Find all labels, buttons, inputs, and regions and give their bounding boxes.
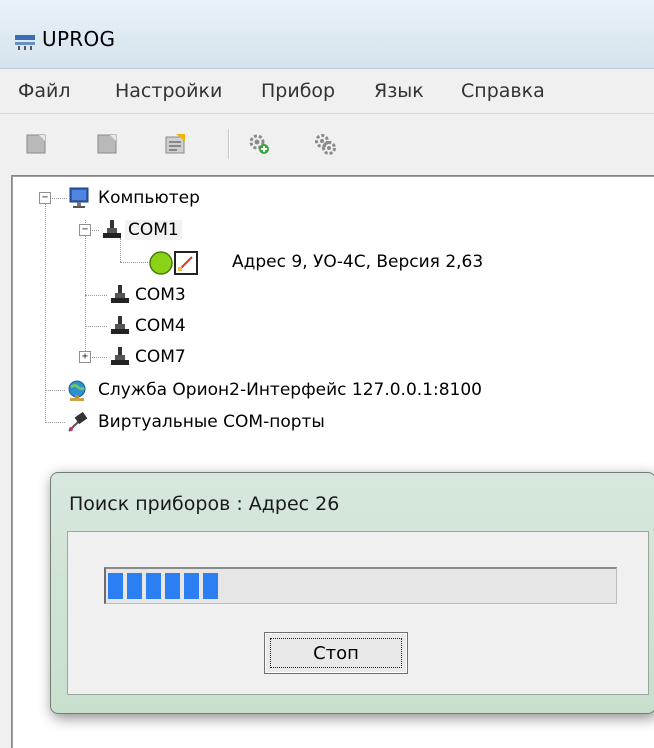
tree-line bbox=[45, 422, 65, 423]
menu-settings[interactable]: Настройки bbox=[115, 80, 222, 102]
port-icon bbox=[111, 347, 129, 365]
tree-line bbox=[90, 357, 107, 358]
settings-icon[interactable] bbox=[314, 133, 336, 155]
menu-file[interactable]: Файл bbox=[18, 80, 71, 102]
tree-line bbox=[120, 238, 121, 262]
port-icon bbox=[111, 316, 129, 334]
dialog-body: Стоп bbox=[67, 531, 649, 695]
tree-line bbox=[120, 262, 148, 263]
properties-icon[interactable] bbox=[164, 133, 186, 155]
tree-node-computer[interactable]: Компьютер bbox=[98, 188, 200, 208]
add-settings-icon[interactable] bbox=[248, 133, 270, 155]
tree-node-com1[interactable]: COM1 bbox=[125, 220, 182, 240]
collapse-toggle-com1[interactable]: − bbox=[79, 224, 91, 236]
new-icon[interactable] bbox=[25, 133, 47, 155]
port-icon bbox=[103, 220, 121, 238]
window-title: UPROG bbox=[42, 27, 116, 51]
tree-node-com7[interactable]: COM7 bbox=[135, 347, 186, 367]
tree-line bbox=[85, 295, 107, 296]
tree-line bbox=[85, 220, 86, 357]
progress-fill bbox=[108, 573, 218, 599]
menu-help[interactable]: Справка bbox=[461, 80, 545, 102]
progress-segment bbox=[184, 573, 199, 599]
virtual-port-icon bbox=[68, 411, 88, 432]
tree-node-virtual-com[interactable]: Виртуальные COM-порты bbox=[98, 412, 325, 432]
progress-segment bbox=[127, 573, 142, 599]
collapse-toggle-computer[interactable]: − bbox=[39, 192, 51, 204]
tree-node-com3[interactable]: COM3 bbox=[135, 285, 186, 305]
tree-line bbox=[85, 326, 107, 327]
device-status-icon bbox=[149, 251, 173, 275]
progress-segment bbox=[146, 573, 161, 599]
menu-device[interactable]: Прибор bbox=[261, 80, 335, 102]
open-icon[interactable] bbox=[96, 133, 118, 155]
tree-line bbox=[45, 390, 65, 391]
device-config-icon bbox=[174, 251, 198, 275]
tree-node-device[interactable]: Адрес 9, УО-4С, Версия 2,63 bbox=[232, 252, 483, 272]
expand-toggle-com7[interactable]: + bbox=[79, 351, 91, 363]
network-service-icon bbox=[68, 380, 86, 401]
stop-button-label: Стоп bbox=[270, 638, 402, 668]
port-icon bbox=[111, 285, 129, 303]
menu-bar: Файл Настройки Прибор Язык Справка bbox=[0, 69, 654, 114]
title-bar[interactable]: UPROG bbox=[0, 0, 654, 69]
tree-node-com4[interactable]: COM4 bbox=[135, 316, 186, 336]
computer-icon bbox=[69, 187, 89, 208]
progress-segment bbox=[203, 573, 218, 599]
progress-segment bbox=[165, 573, 180, 599]
menu-language[interactable]: Язык bbox=[374, 80, 424, 102]
toolbar bbox=[11, 114, 654, 172]
search-progress-bar bbox=[104, 567, 617, 604]
tree-node-service[interactable]: Служба Орион2-Интерфейс 127.0.0.1:8100 bbox=[98, 380, 482, 400]
progress-segment bbox=[108, 573, 123, 599]
app-icon bbox=[15, 35, 35, 50]
stop-button[interactable]: Стоп bbox=[264, 632, 408, 674]
dialog-title: Поиск приборов : Адрес 26 bbox=[69, 493, 340, 515]
device-search-dialog: Поиск приборов : Адрес 26 Стоп bbox=[50, 472, 654, 714]
toolbar-separator bbox=[228, 129, 230, 159]
